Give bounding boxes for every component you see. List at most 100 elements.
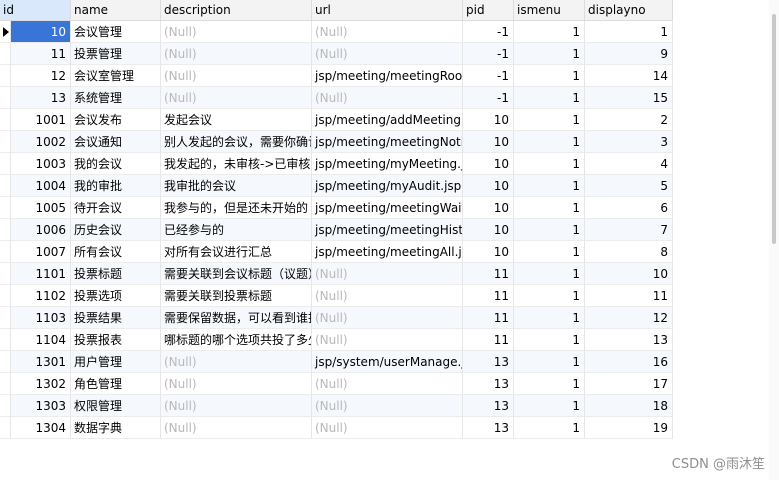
row-indicator[interactable] — [0, 307, 11, 329]
table-row[interactable]: 1002 会议通知 别人发起的会议，需要你确认 jsp/meeting/meeting… — [0, 131, 673, 153]
cell-pid[interactable]: 11 — [463, 263, 514, 285]
table-row[interactable]: 1303 权限管理 (Null) (Null) 13 1 18 — [0, 395, 673, 417]
cell-displayno[interactable]: 7 — [585, 219, 673, 241]
cell-description[interactable]: (Null) — [161, 65, 312, 87]
cell-pid[interactable]: 10 — [463, 175, 514, 197]
cell-name[interactable]: 会议管理 — [71, 21, 161, 43]
cell-description[interactable]: 别人发起的会议，需要你确认 — [161, 131, 312, 153]
cell-id[interactable]: 1003 — [11, 153, 71, 175]
cell-description[interactable]: 我发起的，未审核->已审核 — [161, 153, 312, 175]
cell-id[interactable]: 10 — [11, 21, 71, 43]
cell-ismenu[interactable]: 1 — [514, 285, 585, 307]
cell-ismenu[interactable]: 1 — [514, 175, 585, 197]
table-row[interactable]: 1001 会议发布 发起会议 jsp/meeting/addMeeting.j 10 1 2 — [0, 109, 673, 131]
cell-pid[interactable]: 10 — [463, 241, 514, 263]
column-header-description[interactable]: description — [161, 0, 312, 21]
cell-displayno[interactable]: 3 — [585, 131, 673, 153]
cell-id[interactable]: 1304 — [11, 417, 71, 439]
cell-name[interactable]: 权限管理 — [71, 395, 161, 417]
cell-url[interactable]: (Null) — [312, 21, 463, 43]
cell-displayno[interactable]: 10 — [585, 263, 673, 285]
cell-pid[interactable]: 10 — [463, 131, 514, 153]
table-row[interactable]: 1004 我的审批 我审批的会议 jsp/meeting/myAudit.jsp 10 1… — [0, 175, 673, 197]
row-indicator[interactable] — [0, 197, 11, 219]
cell-name[interactable]: 投票管理 — [71, 43, 161, 65]
cell-ismenu[interactable]: 1 — [514, 263, 585, 285]
cell-id[interactable]: 1001 — [11, 109, 71, 131]
cell-ismenu[interactable]: 1 — [514, 307, 585, 329]
cell-pid[interactable]: 10 — [463, 219, 514, 241]
cell-ismenu[interactable]: 1 — [514, 417, 585, 439]
cell-name[interactable]: 投票选项 — [71, 285, 161, 307]
cell-url[interactable]: jsp/meeting/meetingAll.js — [312, 241, 463, 263]
cell-displayno[interactable]: 19 — [585, 417, 673, 439]
cell-ismenu[interactable]: 1 — [514, 87, 585, 109]
table-row[interactable]: 1003 我的会议 我发起的，未审核->已审核 jsp/meeting/myMeeti… — [0, 153, 673, 175]
cell-url[interactable]: jsp/meeting/meetingNotif — [312, 131, 463, 153]
cell-pid[interactable]: 10 — [463, 109, 514, 131]
cell-description[interactable]: (Null) — [161, 395, 312, 417]
cell-displayno[interactable]: 4 — [585, 153, 673, 175]
cell-description[interactable]: 已经参与的 — [161, 219, 312, 241]
cell-id[interactable]: 1006 — [11, 219, 71, 241]
cell-pid[interactable]: 11 — [463, 307, 514, 329]
cell-displayno[interactable]: 15 — [585, 87, 673, 109]
cell-displayno[interactable]: 5 — [585, 175, 673, 197]
cell-description[interactable]: 需要关联到会议标题（议题） — [161, 263, 312, 285]
cell-id[interactable]: 11 — [11, 43, 71, 65]
cell-displayno[interactable]: 1 — [585, 21, 673, 43]
row-indicator[interactable] — [0, 263, 11, 285]
scrollbar-thumb[interactable] — [772, 14, 776, 244]
cell-name[interactable]: 数据字典 — [71, 417, 161, 439]
table-row[interactable]: 1101 投票标题 需要关联到会议标题（议题） (Null) 11 1 10 — [0, 263, 673, 285]
cell-description[interactable]: 需要关联到投票标题 — [161, 285, 312, 307]
cell-displayno[interactable]: 17 — [585, 373, 673, 395]
cell-ismenu[interactable]: 1 — [514, 65, 585, 87]
cell-id[interactable]: 13 — [11, 87, 71, 109]
column-header-ismenu[interactable]: ismenu — [514, 0, 585, 21]
cell-url[interactable]: jsp/system/userManage.js — [312, 351, 463, 373]
row-indicator[interactable] — [0, 43, 11, 65]
cell-id[interactable]: 1002 — [11, 131, 71, 153]
cell-url[interactable]: (Null) — [312, 395, 463, 417]
cell-name[interactable]: 我的会议 — [71, 153, 161, 175]
cell-name[interactable]: 投票标题 — [71, 263, 161, 285]
cell-name[interactable]: 投票报表 — [71, 329, 161, 351]
cell-url[interactable]: jsp/meeting/myAudit.jsp — [312, 175, 463, 197]
cell-ismenu[interactable]: 1 — [514, 351, 585, 373]
cell-description[interactable]: (Null) — [161, 21, 312, 43]
cell-description[interactable]: 发起会议 — [161, 109, 312, 131]
cell-pid[interactable]: 10 — [463, 197, 514, 219]
cell-displayno[interactable]: 13 — [585, 329, 673, 351]
cell-url[interactable]: (Null) — [312, 263, 463, 285]
cell-ismenu[interactable]: 1 — [514, 153, 585, 175]
cell-pid[interactable]: 10 — [463, 153, 514, 175]
cell-ismenu[interactable]: 1 — [514, 373, 585, 395]
cell-description[interactable]: 哪标题的哪个选项共投了多少 — [161, 329, 312, 351]
cell-pid[interactable]: 13 — [463, 417, 514, 439]
cell-name[interactable]: 所有会议 — [71, 241, 161, 263]
cell-url[interactable]: (Null) — [312, 285, 463, 307]
table-row[interactable]: 11 投票管理 (Null) (Null) -1 1 9 — [0, 43, 673, 65]
cell-url[interactable]: (Null) — [312, 43, 463, 65]
cell-ismenu[interactable]: 1 — [514, 329, 585, 351]
cell-description[interactable]: (Null) — [161, 43, 312, 65]
table-row[interactable]: 1302 角色管理 (Null) (Null) 13 1 17 — [0, 373, 673, 395]
table-row[interactable]: 12 会议室管理 (Null) jsp/meeting/meetingRoom -1 1 1… — [0, 65, 673, 87]
column-header-id[interactable]: id — [0, 0, 71, 21]
cell-displayno[interactable]: 2 — [585, 109, 673, 131]
cell-url[interactable]: jsp/meeting/meetingRoom — [312, 65, 463, 87]
cell-name[interactable]: 待开会议 — [71, 197, 161, 219]
cell-displayno[interactable]: 8 — [585, 241, 673, 263]
cell-description[interactable]: (Null) — [161, 373, 312, 395]
column-header-pid[interactable]: pid — [463, 0, 514, 21]
cell-displayno[interactable]: 14 — [585, 65, 673, 87]
cell-ismenu[interactable]: 1 — [514, 395, 585, 417]
cell-id[interactable]: 1101 — [11, 263, 71, 285]
row-indicator[interactable] — [0, 175, 11, 197]
column-header-displayno[interactable]: displayno — [585, 0, 673, 21]
row-indicator[interactable] — [0, 65, 11, 87]
cell-url[interactable]: (Null) — [312, 417, 463, 439]
cell-description[interactable]: 我参与的，但是还未开始的 — [161, 197, 312, 219]
cell-description[interactable]: (Null) — [161, 351, 312, 373]
